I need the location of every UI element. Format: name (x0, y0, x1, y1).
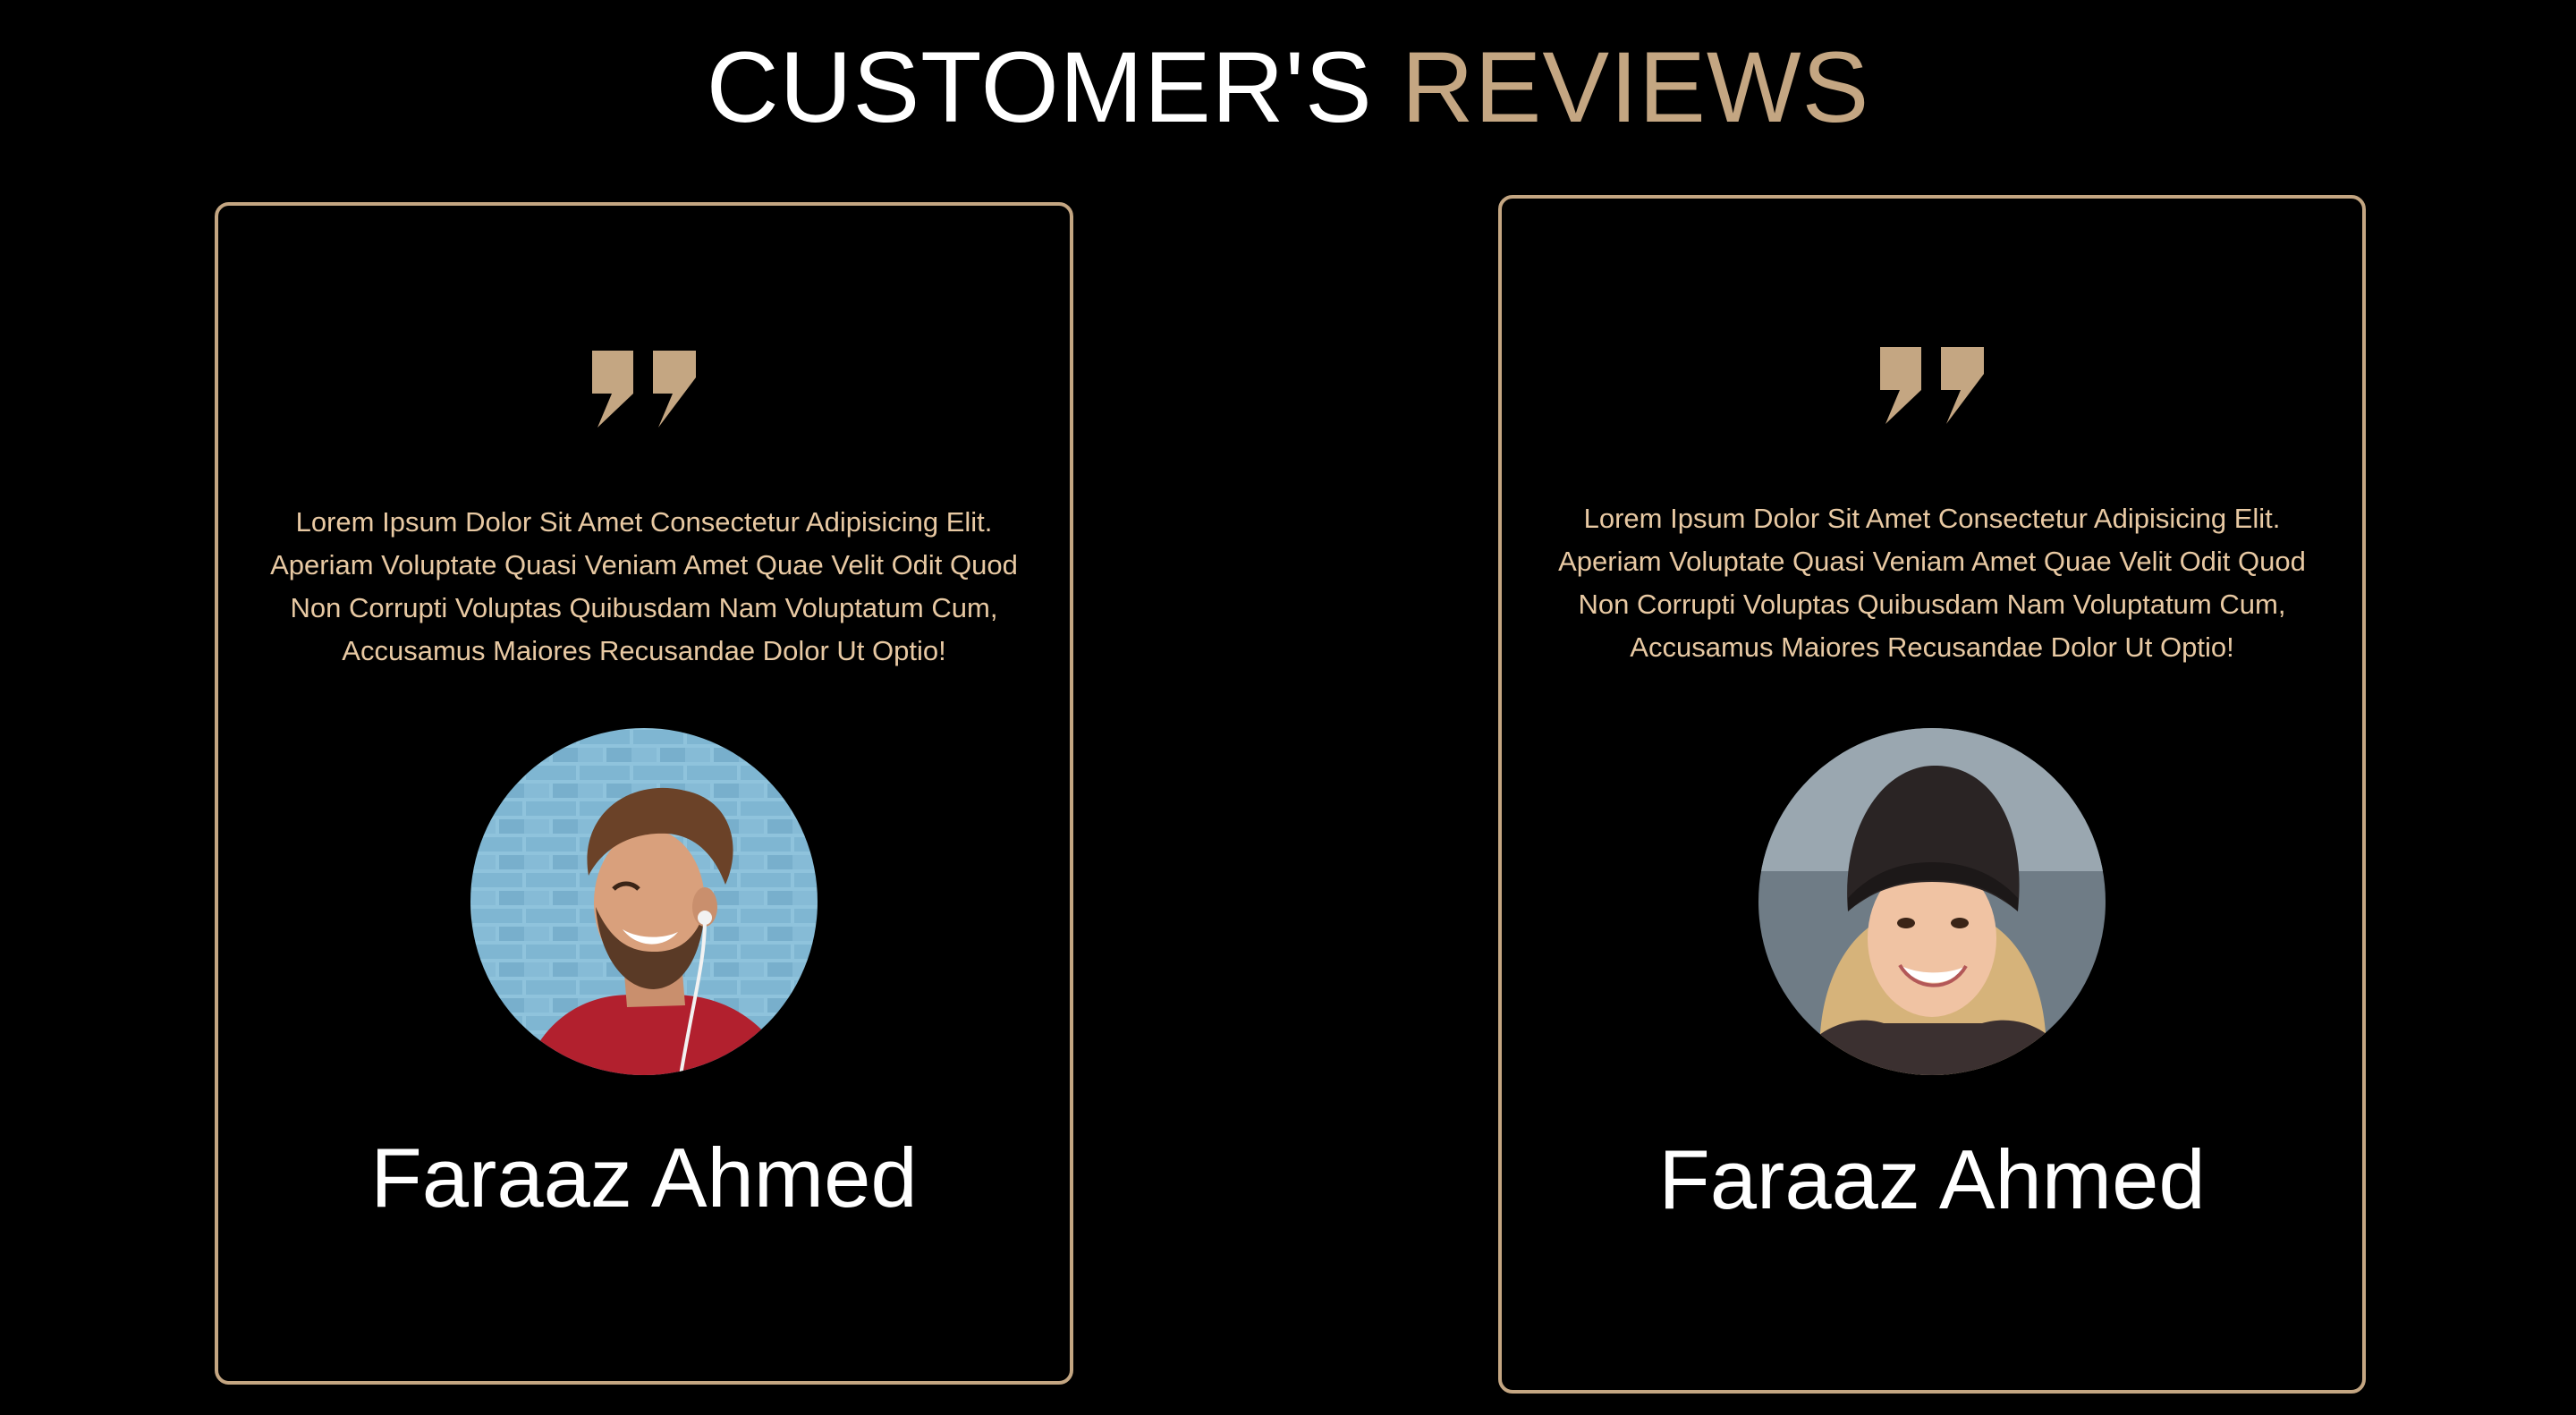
quote-mark-icon (1878, 345, 1986, 426)
review-card: Lorem Ipsum Dolor Sit Amet Consectetur A… (215, 202, 1073, 1385)
reviewer-name: Faraaz Ahmed (1658, 1132, 2206, 1226)
review-card: Lorem Ipsum Dolor Sit Amet Consectetur A… (1498, 195, 2366, 1394)
reviewer-name: Faraaz Ahmed (370, 1131, 918, 1224)
heading-part-reviews: REVIEWS (1401, 31, 1870, 143)
review-text: Lorem Ipsum Dolor Sit Amet Consectetur A… (1558, 503, 2306, 663)
reviewer-avatar (1758, 728, 2106, 1075)
heading-part-customers: CUSTOMER'S (706, 31, 1402, 143)
reviewer-avatar (470, 728, 818, 1075)
quote-mark-icon (590, 349, 698, 429)
section-heading: CUSTOMER'S REVIEWS (0, 34, 2576, 141)
reviews-section: CUSTOMER'S REVIEWS Lorem Ipsum Dolor Sit… (0, 0, 2576, 1415)
review-text: Lorem Ipsum Dolor Sit Amet Consectetur A… (270, 506, 1018, 666)
